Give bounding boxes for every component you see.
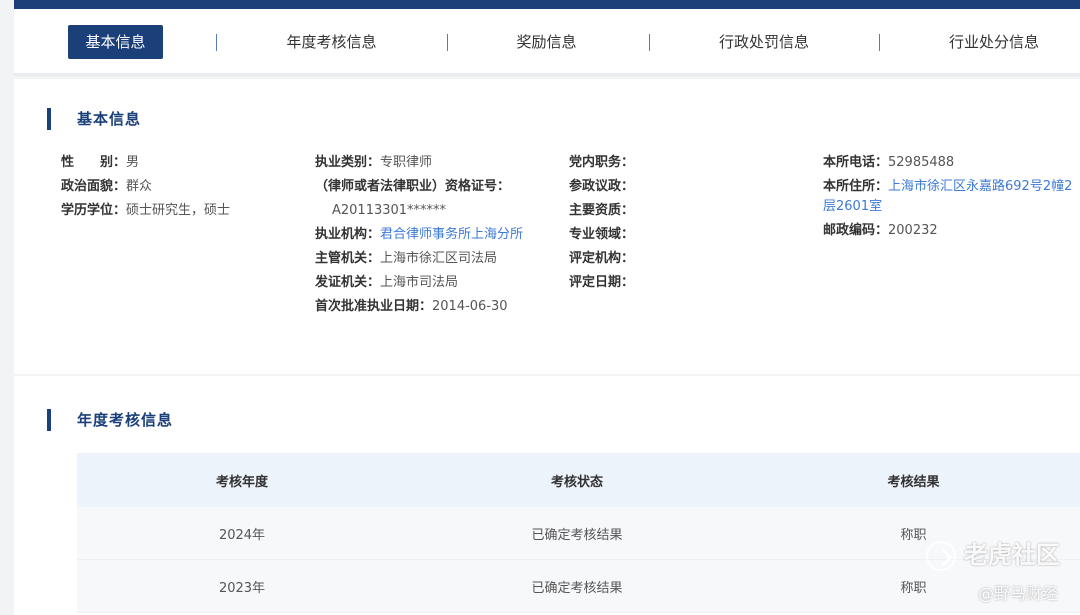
practice-type-value: 专职律师 <box>380 155 433 170</box>
education-value: 硕士研究生，硕士 <box>126 203 231 218</box>
qualification-label: 主要资质： <box>569 203 635 218</box>
basic-info-column-3: 党内职务： 参政议政： 主要资质： 专业领域： 评定机构： 评定日期： <box>569 151 634 295</box>
specialty-row: 专业领域： <box>569 223 634 247</box>
phone-value: 52985488 <box>888 155 955 170</box>
first-date-value: 2014-06-30 <box>432 299 508 314</box>
gender-label: 性 别： <box>61 155 127 170</box>
rating-date-row: 评定日期： <box>569 271 634 295</box>
tab-industry-discipline[interactable]: 行业处分信息 <box>934 25 1054 59</box>
address-row: 本所住所：上海市徐汇区永嘉路692号2幢2 <box>823 177 1072 197</box>
political-status-row: 政治面貌：群众 <box>61 175 230 199</box>
authority-label: 主管机关： <box>315 251 381 266</box>
certificate-label-row: （律师或者法律职业）资格证号： <box>315 175 523 199</box>
tab-admin-penalty[interactable]: 行政处罚信息 <box>704 25 824 59</box>
cell-review-status: 已确定考核结果 <box>531 580 623 596</box>
first-date-label: 首次批准执业日期： <box>315 299 433 314</box>
education-label: 学历学位： <box>61 203 127 218</box>
first-date-row: 首次批准执业日期：2014-06-30 <box>315 295 523 319</box>
cell-review-year: 2024年 <box>218 527 266 543</box>
certificate-label: （律师或者法律职业）资格证号： <box>315 179 511 194</box>
issuer-row: 发证机关：上海市司法局 <box>315 271 523 295</box>
annual-review-table: 考核年度 考核状态 考核结果 2024年 已确定考核结果 称职 2023年 已确… <box>77 453 1080 613</box>
practice-type-row: 执业类别：专职律师 <box>315 151 523 175</box>
basic-info-section-title: 基本信息 <box>47 108 141 130</box>
address-link-line2[interactable]: 层2601室 <box>823 199 882 214</box>
political-participation-label: 参政议政： <box>569 179 635 194</box>
issuer-value: 上海市司法局 <box>380 275 459 290</box>
rating-agency-row: 评定机构： <box>569 247 634 271</box>
tab-bar: 基本信息 年度考核信息 奖励信息 行政处罚信息 行业处分信息 <box>14 9 1080 76</box>
table-header-row: 考核年度 考核状态 考核结果 <box>77 453 1080 507</box>
issuer-label: 发证机关： <box>315 275 381 290</box>
phone-row: 本所电话：52985488 <box>823 151 1072 175</box>
address-row-continued: 层2601室 <box>823 197 1072 217</box>
basic-info-column-4: 本所电话：52985488 本所住所：上海市徐汇区永嘉路692号2幢2 层260… <box>823 151 1072 243</box>
rating-agency-label: 评定机构： <box>569 251 635 266</box>
tab-separator <box>879 34 880 51</box>
tab-awards[interactable]: 奖励信息 <box>504 25 589 59</box>
authority-row: 主管机关：上海市徐汇区司法局 <box>315 247 523 271</box>
header-review-year: 考核年度 <box>215 474 268 490</box>
tab-basic-info[interactable]: 基本信息 <box>68 25 163 59</box>
political-participation-row: 参政议政： <box>569 175 634 199</box>
postcode-label: 邮政编码： <box>823 223 889 238</box>
institution-link[interactable]: 君合律师事务所上海分所 <box>380 227 523 242</box>
party-role-row: 党内职务： <box>569 151 634 175</box>
political-status-value: 群众 <box>126 179 153 194</box>
basic-info-column-1: 性 别：男 政治面貌：群众 学历学位：硕士研究生，硕士 <box>61 151 230 223</box>
header-review-result: 考核结果 <box>887 474 940 490</box>
cell-review-status: 已确定考核结果 <box>531 527 623 543</box>
watermark-logo-icon <box>926 541 956 571</box>
annual-review-section-title: 年度考核信息 <box>47 409 173 431</box>
basic-info-column-2: 执业类别：专职律师 （律师或者法律职业）资格证号： A20113301*****… <box>315 151 523 319</box>
phone-label: 本所电话： <box>823 155 889 170</box>
postcode-row: 邮政编码：200232 <box>823 219 1072 243</box>
postcode-value: 200232 <box>888 223 938 238</box>
institution-label: 执业机构： <box>315 227 381 242</box>
tab-separator <box>649 34 650 51</box>
tab-annual-review[interactable]: 年度考核信息 <box>269 25 394 59</box>
political-status-label: 政治面貌： <box>61 179 127 194</box>
top-accent-bar <box>14 0 1080 9</box>
watermark-main-text: 老虎社区 <box>964 541 1060 569</box>
watermark-sub: @野马财经 <box>977 584 1058 603</box>
cell-review-year: 2023年 <box>218 580 266 596</box>
tab-separator <box>216 34 217 51</box>
qualification-row: 主要资质： <box>569 199 634 223</box>
address-label: 本所住所： <box>823 179 889 194</box>
education-row: 学历学位：硕士研究生，硕士 <box>61 199 230 223</box>
header-review-status: 考核状态 <box>550 474 603 490</box>
certificate-value-row: A20113301****** <box>315 199 523 223</box>
practice-type-label: 执业类别： <box>315 155 381 170</box>
party-role-label: 党内职务： <box>569 155 635 170</box>
authority-value: 上海市徐汇区司法局 <box>380 251 498 266</box>
certificate-value: A20113301****** <box>332 203 447 218</box>
gender-row: 性 别：男 <box>61 151 230 175</box>
address-link-line1[interactable]: 上海市徐汇区永嘉路692号2幢2 <box>888 179 1072 194</box>
institution-row: 执业机构：君合律师事务所上海分所 <box>315 223 523 247</box>
rating-date-label: 评定日期： <box>569 275 635 290</box>
tab-separator <box>447 34 448 51</box>
watermark-main: 老虎社区 <box>926 535 1060 571</box>
gender-value: 男 <box>126 155 140 170</box>
specialty-label: 专业领域： <box>569 227 635 242</box>
